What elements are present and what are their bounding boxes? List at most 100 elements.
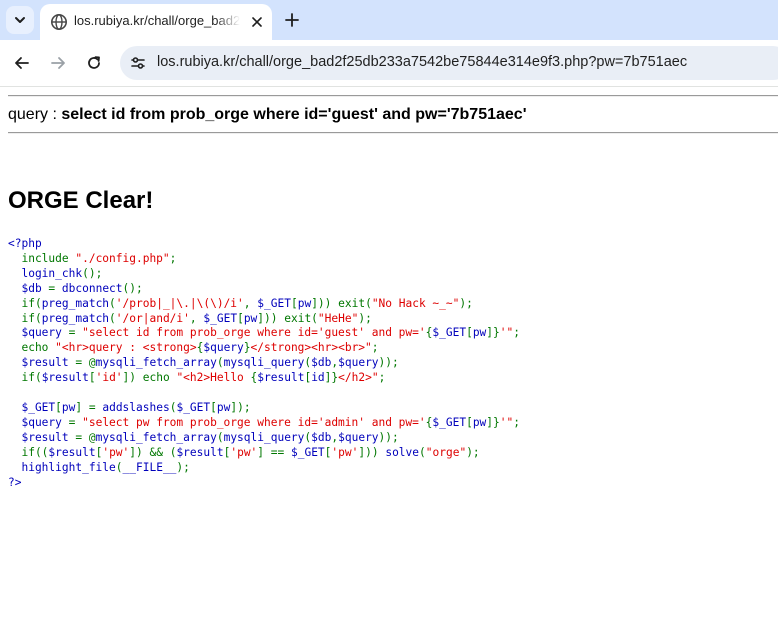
clear-heading: ORGE Clear!	[8, 187, 154, 214]
source-token: mysqli_query	[223, 430, 305, 444]
source-token: $_GET	[432, 326, 467, 340]
source-line: if($result['id']) echo "<h2>Hello {$resu…	[8, 371, 520, 386]
source-token: );	[358, 311, 372, 325]
source-token: $_GET	[290, 445, 325, 459]
source-token: );	[459, 296, 473, 310]
source-token: [	[466, 326, 473, 340]
source-token: ;	[378, 371, 386, 385]
source-token: ]) echo	[122, 371, 177, 385]
source-token: ();	[122, 281, 143, 295]
query-value: select id from prob_orge where id='guest…	[61, 106, 527, 123]
source-token: '/prob|_|\.|\(\)/i'	[115, 296, 244, 310]
chevron-down-icon	[15, 17, 25, 23]
source-token: ;	[371, 341, 379, 355]
source-token: 'pw'	[230, 445, 258, 459]
url-text[interactable]: los.rubiya.kr/chall/orge_bad2f25db233a75…	[157, 54, 687, 70]
source-line: $query = "select pw from prob_orge where…	[8, 416, 520, 431]
source-token: pw	[297, 296, 312, 310]
back-arrow-icon	[15, 57, 29, 69]
source-token: "<hr>query : <strong>	[55, 341, 197, 355]
source-token: "orge"	[425, 445, 467, 459]
source-token: ]}	[486, 415, 500, 429]
source-line: $db = dbconnect();	[8, 282, 520, 297]
source-line: $query = "select id from prob_orge where…	[8, 326, 520, 341]
source-token: (	[109, 296, 116, 310]
source-token: 'pw'	[331, 445, 359, 459]
source-token: [	[55, 400, 62, 414]
source-line: highlight_file(__FILE__);	[8, 461, 520, 476]
source-token: (	[216, 430, 224, 444]
close-icon	[252, 17, 262, 27]
source-token: ();	[82, 266, 103, 280]
reload-button[interactable]	[82, 51, 106, 75]
page-content: query : select id from prob_orge where i…	[0, 87, 778, 630]
source-token: </strong><hr><br>"	[250, 341, 372, 355]
source-token: $db	[8, 281, 49, 295]
browser-tab[interactable]: los.rubiya.kr/chall/orge_bad2f25db233a75…	[40, 4, 272, 40]
source-token: pw	[472, 415, 487, 429]
source-line	[8, 386, 520, 401]
source-token: "<h2>Hello	[176, 371, 251, 385]
source-token: ]}	[324, 371, 339, 385]
source-token: 'id'	[95, 371, 123, 385]
tab-strip: los.rubiya.kr/chall/orge_bad2f25db233a75…	[0, 0, 778, 40]
source-token: $_GET	[203, 311, 238, 325]
source-token: $_GET	[432, 415, 467, 429]
source-token: ;	[169, 251, 177, 265]
source-token: $query	[338, 430, 379, 444]
source-token: <?php	[8, 237, 42, 250]
source-token: pw	[243, 311, 258, 325]
source-token: mysqli_fetch_array	[95, 430, 217, 444]
address-bar[interactable]: los.rubiya.kr/chall/orge_bad2f25db233a75…	[120, 46, 778, 80]
source-token: $_GET	[257, 296, 291, 310]
source-token: (	[115, 460, 123, 474]
source-token: "No Hack ~_~"	[371, 296, 460, 310]
source-line: $result = @mysqli_fetch_array(mysqli_que…	[8, 431, 520, 446]
source-token: = @	[75, 430, 96, 444]
source-token: $_GET	[176, 400, 211, 414]
source-token: if(	[8, 371, 42, 385]
source-token: $result	[176, 445, 224, 459]
source-token: '"	[499, 326, 514, 340]
forward-button[interactable]	[46, 51, 70, 75]
source-token: if(	[8, 311, 42, 325]
source-token: login_chk	[8, 266, 83, 280]
source-line: echo "<hr>query : <strong>{$query}</stro…	[8, 341, 520, 356]
tab-search-button[interactable]	[6, 6, 34, 34]
source-token: $db	[311, 356, 332, 370]
source-token: preg_match	[41, 311, 110, 325]
back-button[interactable]	[10, 51, 34, 75]
query-label: query :	[8, 106, 62, 123]
source-token: if(	[8, 296, 42, 310]
source-line: $_GET[pw] = addslashes($_GET[pw]);	[8, 401, 520, 416]
new-tab-button[interactable]	[280, 8, 304, 32]
reload-icon	[88, 56, 100, 69]
source-token: $result	[48, 445, 96, 459]
source-token: }	[243, 341, 251, 355]
source-token: [	[237, 311, 244, 325]
source-token: ?>	[8, 475, 22, 489]
source-token: dbconnect	[61, 281, 123, 295]
source-line: <?php	[8, 237, 520, 252]
source-token: $_GET	[8, 400, 56, 414]
tab-title: los.rubiya.kr/chall/orge_bad2f25db233a75…	[74, 13, 240, 28]
source-token: echo	[8, 341, 56, 355]
source-token: $query	[8, 326, 69, 340]
source-token: id	[311, 371, 325, 385]
source-line: if(($result['pw']) && ($result['pw'] == …	[8, 446, 520, 461]
source-token: 'pw'	[102, 445, 130, 459]
source-token: (	[109, 311, 116, 325]
source-token: ;	[513, 326, 521, 340]
source-token: $query	[338, 356, 379, 370]
source-token: "HeHe"	[317, 311, 359, 325]
source-line: login_chk();	[8, 267, 520, 282]
source-token: __FILE__	[122, 460, 177, 474]
source-line: include "./config.php";	[8, 252, 520, 267]
tab-close-button[interactable]	[247, 12, 267, 32]
source-token: );	[466, 445, 480, 459]
source-token: pw	[472, 326, 487, 340]
source-token: $result	[8, 356, 76, 370]
site-info-button[interactable]	[128, 53, 148, 73]
source-token: ]);	[230, 400, 251, 414]
source-token: (	[419, 445, 426, 459]
